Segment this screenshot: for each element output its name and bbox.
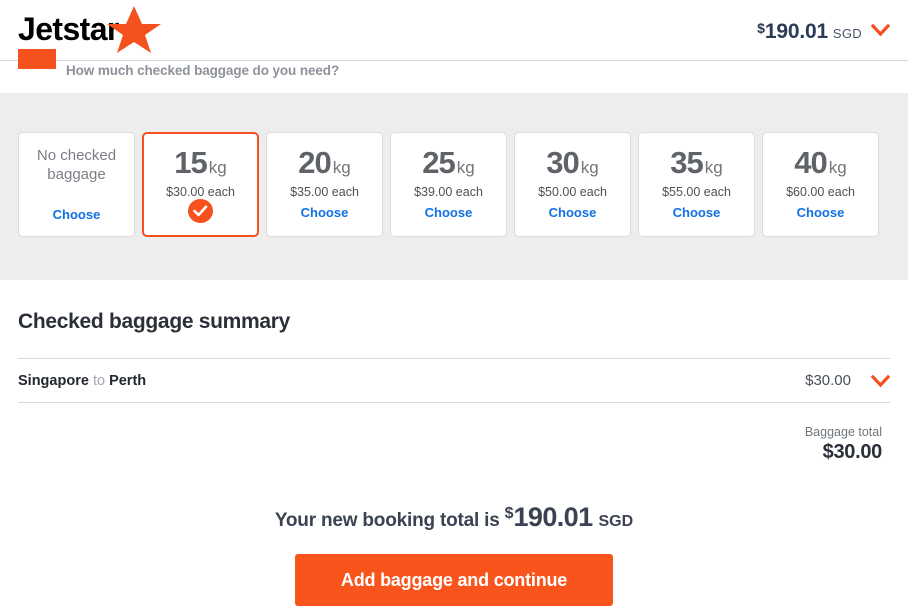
header-currency-symbol: $ — [757, 20, 765, 36]
baggage-total-label: Baggage total — [804, 425, 882, 439]
choose-link[interactable]: Choose — [301, 205, 349, 220]
booking-total-amount: 190.01 — [513, 502, 594, 532]
summary-divider-bottom — [18, 402, 890, 403]
baggage-total-block: Baggage total $30.00 — [18, 425, 890, 464]
header-price-amount: 190.01 — [764, 20, 828, 43]
choose-link[interactable]: Choose — [425, 205, 473, 220]
baggage-option-weight-value: 15 — [174, 145, 207, 180]
baggage-option-25kg[interactable]: 25 kg $39.00 each Choose — [390, 132, 507, 237]
chevron-down-icon[interactable] — [871, 375, 890, 388]
baggage-option-weight: 15 kg — [174, 147, 226, 178]
header-currency-code: SGD — [832, 26, 862, 41]
route-destination: Perth — [109, 372, 147, 389]
route-origin: Singapore — [18, 372, 89, 389]
choose-link[interactable]: Choose — [53, 207, 101, 222]
route-amount: $30.00 — [805, 372, 851, 389]
baggage-options-row: No checked baggage Choose 15 kg $30.00 e… — [18, 132, 879, 237]
star-icon — [107, 6, 161, 53]
add-baggage-and-continue-button[interactable]: Add baggage and continue — [295, 554, 613, 606]
baggage-option-price: $35.00 each — [290, 185, 359, 199]
page-header: Jetstar $ 190.01 SGD — [0, 0, 908, 61]
baggage-option-price: $50.00 each — [538, 185, 607, 199]
baggage-option-weight-value: 25 — [422, 145, 455, 180]
baggage-option-weight: 35 kg — [670, 147, 722, 178]
baggage-option-weight-unit: kg — [208, 158, 227, 177]
baggage-option-30kg[interactable]: 30 kg $50.00 each Choose — [514, 132, 631, 237]
choose-link[interactable]: Choose — [673, 205, 721, 220]
baggage-option-20kg[interactable]: 20 kg $35.00 each Choose — [266, 132, 383, 237]
baggage-option-price: $39.00 each — [414, 185, 483, 199]
cta-wrapper: Add baggage and continue — [18, 554, 890, 606]
baggage-option-weight-unit: kg — [704, 158, 723, 177]
booking-total-currency-symbol: $ — [504, 505, 514, 522]
selected-check-icon — [188, 199, 213, 223]
baggage-option-weight-unit: kg — [332, 158, 351, 177]
baggage-option-price: $60.00 each — [786, 185, 855, 199]
choose-link[interactable]: Choose — [549, 205, 597, 220]
baggage-options-band: No checked baggage Choose 15 kg $30.00 e… — [0, 93, 908, 280]
booking-total-block: Your new booking total is $ 190.01 SGD — [18, 502, 890, 533]
baggage-step-icon — [18, 49, 56, 69]
step-question-text: How much checked baggage do you need? — [66, 63, 340, 78]
baggage-option-none[interactable]: No checked baggage Choose — [18, 132, 135, 237]
baggage-option-weight: 40 kg — [794, 147, 846, 178]
baggage-option-weight-value: 30 — [546, 145, 579, 180]
route-connector: to — [92, 372, 106, 389]
baggage-option-weight-unit: kg — [580, 158, 599, 177]
route-label: Singapore to Perth — [18, 373, 146, 389]
baggage-option-price: $30.00 each — [166, 185, 235, 199]
baggage-option-weight-value: 40 — [794, 145, 827, 180]
baggage-option-35kg[interactable]: 35 kg $55.00 each Choose — [638, 132, 755, 237]
baggage-option-weight-unit: kg — [828, 158, 847, 177]
baggage-total-amount: $30.00 — [822, 441, 883, 463]
booking-total-currency-code: SGD — [598, 513, 634, 530]
baggage-option-weight-value: 20 — [298, 145, 331, 180]
baggage-option-weight-unit: kg — [456, 158, 475, 177]
baggage-option-weight: 30 kg — [546, 147, 598, 178]
header-price-summary[interactable]: $ 190.01 SGD — [757, 20, 890, 44]
baggage-option-price: $55.00 each — [662, 185, 731, 199]
checked-baggage-summary: Checked baggage summary Singapore to Per… — [0, 280, 908, 606]
baggage-option-15kg[interactable]: 15 kg $30.00 each — [142, 132, 259, 237]
baggage-option-label: No checked baggage — [36, 147, 117, 183]
choose-link[interactable]: Choose — [797, 205, 845, 220]
baggage-option-weight-value: 35 — [670, 145, 703, 180]
chevron-down-icon[interactable] — [871, 24, 890, 37]
summary-route-row[interactable]: Singapore to Perth $30.00 — [18, 359, 890, 402]
baggage-option-weight: 25 kg — [422, 147, 474, 178]
baggage-option-weight: 20 kg — [298, 147, 350, 178]
booking-total-lead: Your new booking total is — [274, 510, 500, 531]
step-question-strip: How much checked baggage do you need? — [0, 49, 908, 93]
route-right-group: $30.00 — [805, 372, 890, 389]
baggage-option-40kg[interactable]: 40 kg $60.00 each Choose — [762, 132, 879, 237]
summary-title: Checked baggage summary — [18, 310, 291, 333]
